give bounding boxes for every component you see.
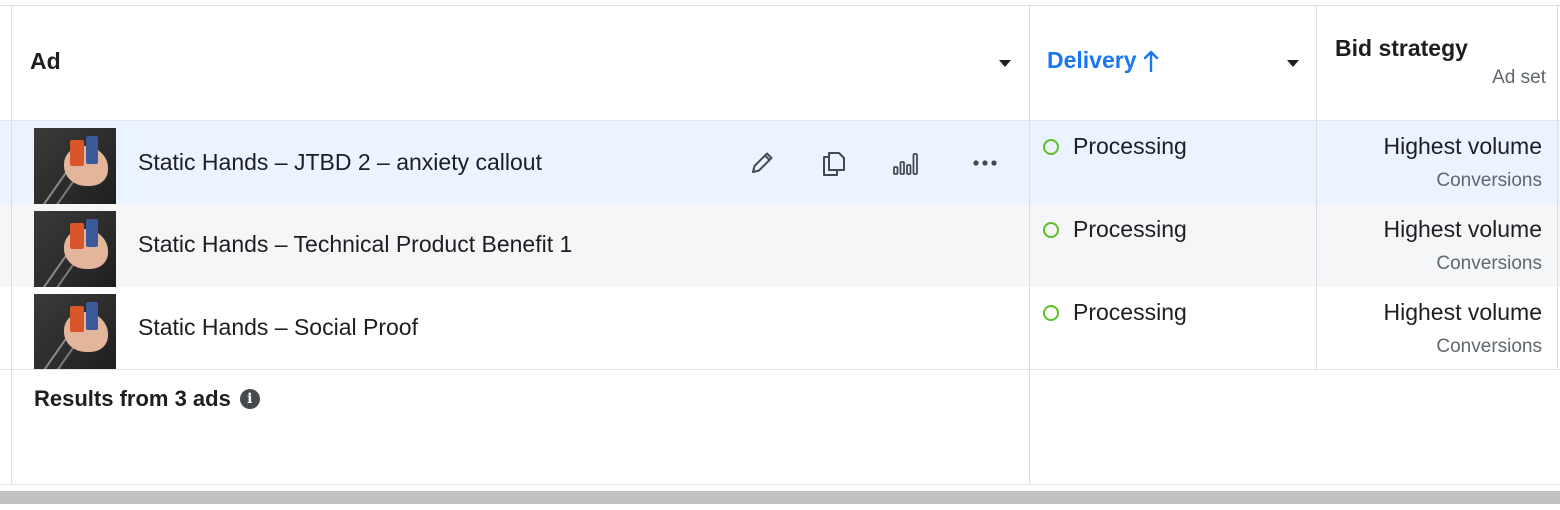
status-dot-icon xyxy=(1043,221,1059,238)
chart-icon xyxy=(893,153,918,175)
ad-name-link[interactable]: Static Hands – JTBD 2 – anxiety callout xyxy=(138,149,542,176)
bid-strategy-type: Conversions xyxy=(1436,336,1542,357)
info-icon[interactable]: i xyxy=(239,389,260,409)
rows-bottom-divider xyxy=(0,369,1560,370)
table-row[interactable]: Static Hands – Technical Product Benefit… xyxy=(0,204,1560,287)
delivery-status: Processing xyxy=(1043,299,1187,326)
results-summary-label: Results from 3 ads xyxy=(34,386,231,411)
bid-strategy-type: Conversions xyxy=(1436,253,1542,274)
delivery-column-menu-caret-icon[interactable] xyxy=(1287,60,1299,67)
column-header-bid-strategy-level: Ad set xyxy=(1492,67,1546,88)
view-charts-button[interactable] xyxy=(890,147,922,179)
ad-thumbnail xyxy=(34,294,116,370)
ad-thumbnail xyxy=(34,211,116,287)
column-divider-delivery-bid xyxy=(1316,6,1317,370)
edit-button[interactable] xyxy=(746,147,778,179)
bid-strategy-value: Highest volume xyxy=(1383,216,1542,242)
column-header-ad[interactable]: Ad xyxy=(30,48,61,75)
horizontal-scrollbar[interactable] xyxy=(0,491,1560,504)
ad-name-link[interactable]: Static Hands – Social Proof xyxy=(138,314,418,341)
delivery-status-label: Processing xyxy=(1073,133,1187,159)
table-row[interactable]: Static Hands – Social Proof Processing H… xyxy=(0,287,1560,370)
delivery-status: Processing xyxy=(1043,133,1187,160)
table-row[interactable]: Static Hands – JTBD 2 – anxiety callout … xyxy=(0,121,1560,204)
ad-name-link[interactable]: Static Hands – Technical Product Benefit… xyxy=(138,231,572,258)
column-header-bid-strategy[interactable]: Bid strategy xyxy=(1335,35,1468,62)
delivery-header-label: Delivery xyxy=(1047,47,1137,73)
ad-thumbnail xyxy=(34,128,116,204)
more-icon xyxy=(973,160,997,166)
status-dot-icon xyxy=(1043,138,1059,155)
left-border xyxy=(11,6,12,485)
more-options-button[interactable] xyxy=(969,147,1001,179)
results-summary: Results from 3 ads i xyxy=(34,386,260,412)
right-column-edge xyxy=(1557,6,1558,370)
table-bottom-border xyxy=(0,484,1560,485)
status-dot-icon xyxy=(1043,304,1059,321)
ad-column-menu-caret-icon[interactable] xyxy=(999,60,1011,67)
bid-strategy-value: Highest volume xyxy=(1383,133,1542,159)
table-header: Ad Delivery Bid strategy Ad set xyxy=(0,6,1560,120)
duplicate-icon xyxy=(823,152,845,176)
duplicate-button[interactable] xyxy=(818,147,850,179)
column-header-delivery[interactable]: Delivery xyxy=(1047,47,1159,74)
delivery-status-label: Processing xyxy=(1073,216,1187,242)
bid-strategy-type: Conversions xyxy=(1436,170,1542,191)
bid-strategy-value: Highest volume xyxy=(1383,299,1542,325)
delivery-status: Processing xyxy=(1043,216,1187,243)
column-divider-ad-delivery xyxy=(1029,6,1030,485)
arrow-up-icon xyxy=(1143,50,1158,72)
edit-icon xyxy=(752,152,773,173)
delivery-status-label: Processing xyxy=(1073,299,1187,325)
